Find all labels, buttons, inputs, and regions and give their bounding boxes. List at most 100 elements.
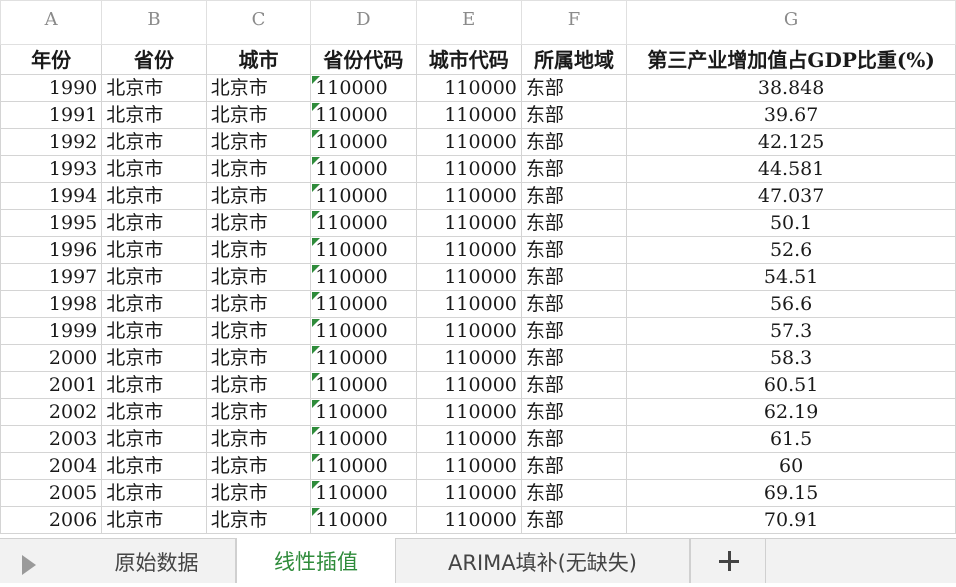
cell-province-code[interactable]: 110000	[310, 479, 417, 507]
cell-province-code[interactable]: 110000	[310, 371, 417, 399]
column-header-f[interactable]: F	[520, 0, 628, 45]
cell-region[interactable]: 东部	[520, 506, 628, 534]
header-cell-city-code[interactable]: 城市代码	[415, 44, 522, 75]
sheet-tab-raw-data[interactable]: 原始数据	[78, 539, 236, 583]
cell-region[interactable]: 东部	[520, 344, 628, 372]
cell-city-code[interactable]: 110000	[415, 506, 522, 534]
cell-province-code[interactable]: 110000	[310, 344, 417, 372]
cell-city-code[interactable]: 110000	[415, 317, 522, 345]
cell-region[interactable]: 东部	[520, 236, 628, 264]
cell-province[interactable]: 北京市	[101, 101, 207, 129]
cell-region[interactable]: 东部	[520, 371, 628, 399]
column-header-d[interactable]: D	[310, 0, 417, 45]
cell-region[interactable]: 东部	[520, 479, 628, 507]
cell-city[interactable]: 北京市	[205, 101, 312, 129]
cell-tertiary-share[interactable]: 57.3	[626, 317, 956, 345]
cell-year[interactable]: 1994	[0, 182, 103, 210]
cell-city-code[interactable]: 110000	[415, 74, 522, 102]
cell-region[interactable]: 东部	[520, 452, 628, 480]
cell-province-code[interactable]: 110000	[310, 263, 417, 291]
column-header-b[interactable]: B	[101, 0, 207, 45]
cell-year[interactable]: 1991	[0, 101, 103, 129]
cell-year[interactable]: 2003	[0, 425, 103, 453]
sheet-tab-arima[interactable]: ARIMA填补(无缺失)	[396, 539, 690, 583]
cell-city-code[interactable]: 110000	[415, 155, 522, 183]
cell-city[interactable]: 北京市	[205, 344, 312, 372]
cell-city[interactable]: 北京市	[205, 263, 312, 291]
cell-year[interactable]: 1992	[0, 128, 103, 156]
cell-region[interactable]: 东部	[520, 317, 628, 345]
cell-city[interactable]: 北京市	[205, 317, 312, 345]
cell-city-code[interactable]: 110000	[415, 479, 522, 507]
cell-province-code[interactable]: 110000	[310, 398, 417, 426]
cell-year[interactable]: 1996	[0, 236, 103, 264]
cell-tertiary-share[interactable]: 58.3	[626, 344, 956, 372]
cell-tertiary-share[interactable]: 56.6	[626, 290, 956, 318]
cell-city[interactable]: 北京市	[205, 452, 312, 480]
cell-region[interactable]: 东部	[520, 155, 628, 183]
cell-city[interactable]: 北京市	[205, 236, 312, 264]
column-header-a[interactable]: A	[0, 0, 103, 45]
cell-region[interactable]: 东部	[520, 128, 628, 156]
cell-province[interactable]: 北京市	[101, 128, 207, 156]
cell-tertiary-share[interactable]: 61.5	[626, 425, 956, 453]
cell-city-code[interactable]: 110000	[415, 290, 522, 318]
cell-province[interactable]: 北京市	[101, 74, 207, 102]
cell-region[interactable]: 东部	[520, 398, 628, 426]
cell-tertiary-share[interactable]: 69.15	[626, 479, 956, 507]
cell-region[interactable]: 东部	[520, 209, 628, 237]
cell-tertiary-share[interactable]: 52.6	[626, 236, 956, 264]
header-cell-province[interactable]: 省份	[101, 44, 207, 75]
cell-tertiary-share[interactable]: 50.1	[626, 209, 956, 237]
cell-province-code[interactable]: 110000	[310, 236, 417, 264]
add-sheet-button[interactable]	[690, 539, 766, 583]
cell-province-code[interactable]: 110000	[310, 155, 417, 183]
cell-province[interactable]: 北京市	[101, 506, 207, 534]
cell-year[interactable]: 1999	[0, 317, 103, 345]
cell-province[interactable]: 北京市	[101, 425, 207, 453]
cell-city[interactable]: 北京市	[205, 182, 312, 210]
cell-city-code[interactable]: 110000	[415, 344, 522, 372]
cell-province-code[interactable]: 110000	[310, 209, 417, 237]
cell-city[interactable]: 北京市	[205, 155, 312, 183]
cell-year[interactable]: 1998	[0, 290, 103, 318]
cell-province-code[interactable]: 110000	[310, 128, 417, 156]
cell-province-code[interactable]: 110000	[310, 74, 417, 102]
play-triangle-icon[interactable]	[22, 555, 36, 575]
cell-city-code[interactable]: 110000	[415, 101, 522, 129]
cell-tertiary-share[interactable]: 47.037	[626, 182, 956, 210]
column-header-e[interactable]: E	[415, 0, 522, 45]
cell-city-code[interactable]: 110000	[415, 371, 522, 399]
cell-region[interactable]: 东部	[520, 425, 628, 453]
cell-province-code[interactable]: 110000	[310, 182, 417, 210]
column-header-g[interactable]: G	[626, 0, 956, 45]
cell-city-code[interactable]: 110000	[415, 452, 522, 480]
cell-region[interactable]: 东部	[520, 182, 628, 210]
cell-city[interactable]: 北京市	[205, 398, 312, 426]
cell-tertiary-share[interactable]: 38.848	[626, 74, 956, 102]
cell-year[interactable]: 1997	[0, 263, 103, 291]
cell-province[interactable]: 北京市	[101, 452, 207, 480]
header-cell-city[interactable]: 城市	[205, 44, 312, 75]
sheet-tab-linear-interp[interactable]: 线性插值	[236, 538, 396, 583]
cell-province-code[interactable]: 110000	[310, 506, 417, 534]
cell-city[interactable]: 北京市	[205, 479, 312, 507]
cell-city-code[interactable]: 110000	[415, 209, 522, 237]
cell-province[interactable]: 北京市	[101, 479, 207, 507]
cell-city[interactable]: 北京市	[205, 209, 312, 237]
cell-year[interactable]: 2004	[0, 452, 103, 480]
cell-province-code[interactable]: 110000	[310, 452, 417, 480]
cell-province[interactable]: 北京市	[101, 182, 207, 210]
cell-city-code[interactable]: 110000	[415, 236, 522, 264]
cell-year[interactable]: 2006	[0, 506, 103, 534]
cell-city-code[interactable]: 110000	[415, 128, 522, 156]
cell-city[interactable]: 北京市	[205, 506, 312, 534]
cell-tertiary-share[interactable]: 44.581	[626, 155, 956, 183]
cell-tertiary-share[interactable]: 60.51	[626, 371, 956, 399]
cell-province-code[interactable]: 110000	[310, 425, 417, 453]
cell-tertiary-share[interactable]: 42.125	[626, 128, 956, 156]
cell-province-code[interactable]: 110000	[310, 317, 417, 345]
cell-province[interactable]: 北京市	[101, 398, 207, 426]
cell-region[interactable]: 东部	[520, 290, 628, 318]
cell-province[interactable]: 北京市	[101, 236, 207, 264]
